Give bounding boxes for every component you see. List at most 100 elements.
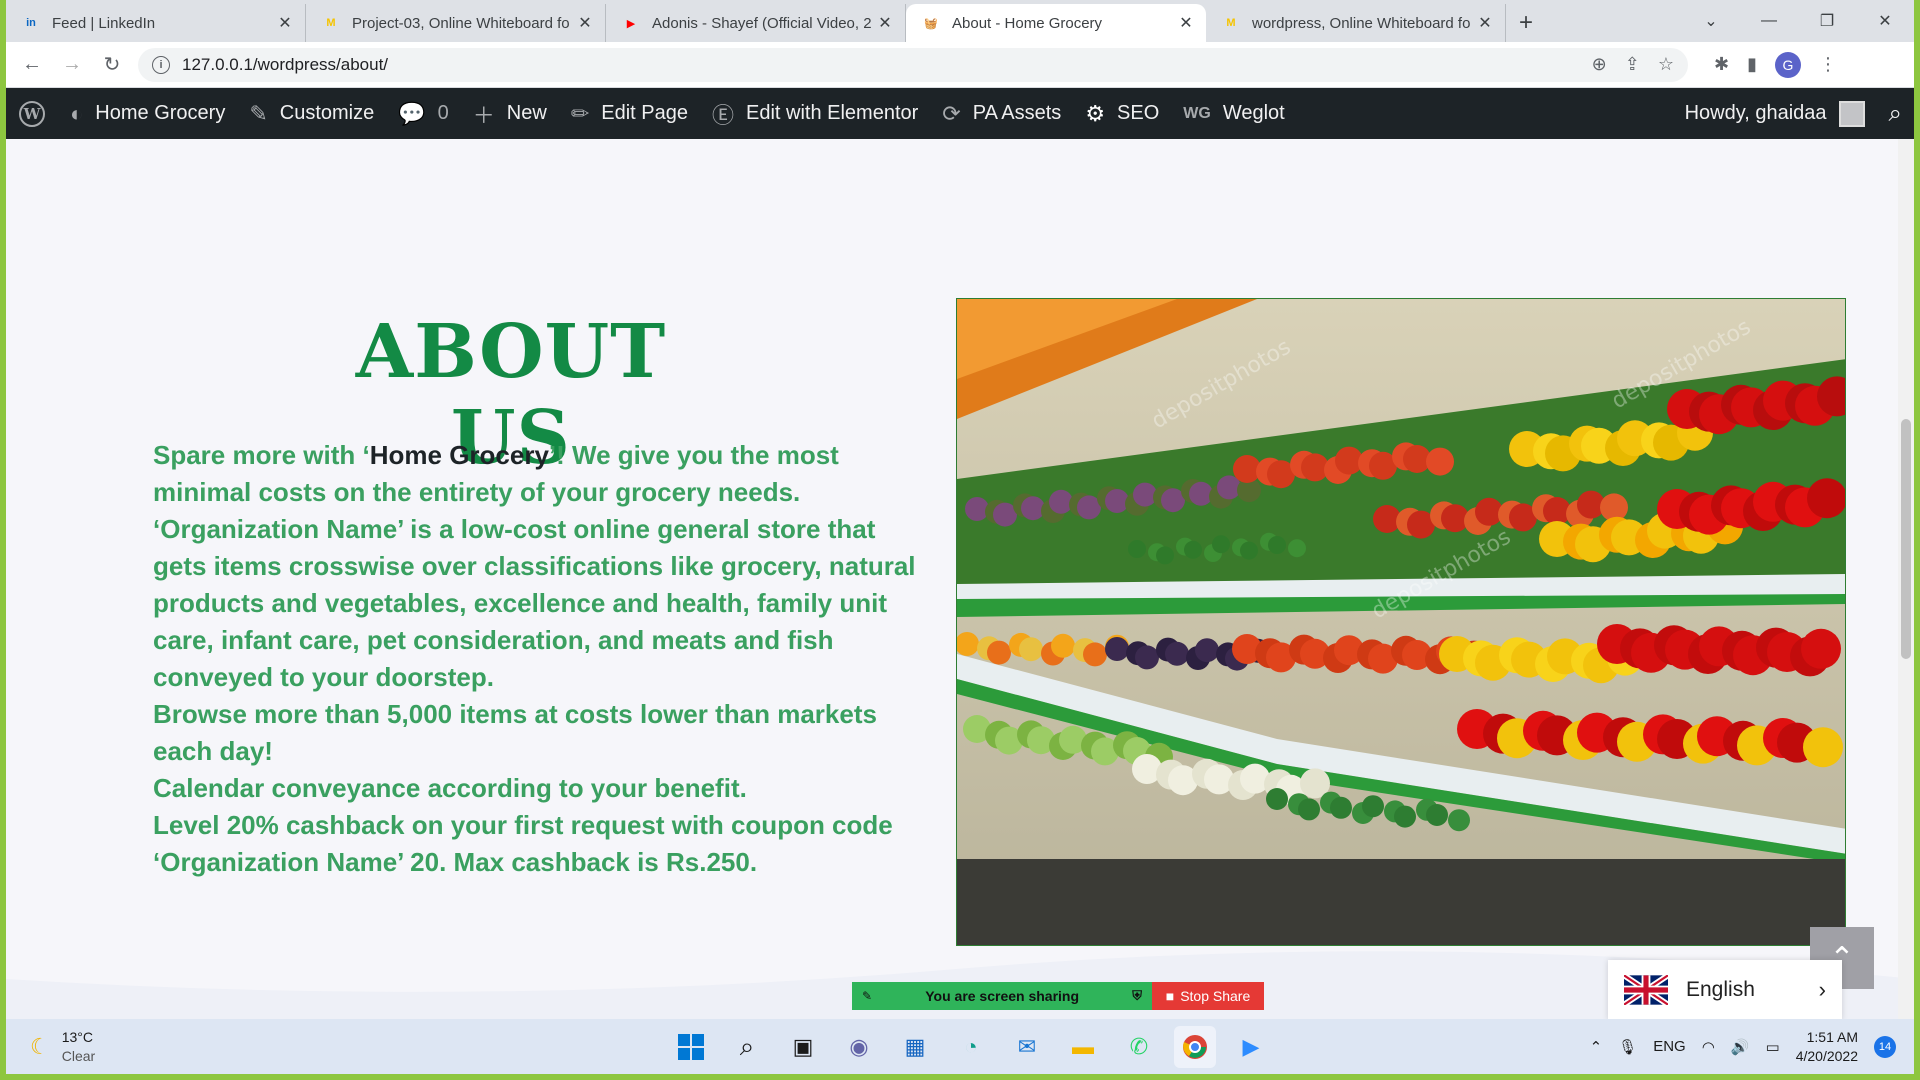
restore-button[interactable]: ❐ <box>1798 0 1856 42</box>
tab-search-icon[interactable]: ⌄ <box>1682 0 1740 42</box>
battery-icon[interactable]: ▭ <box>1766 1038 1780 1056</box>
reload-button[interactable]: ↻ <box>92 45 132 85</box>
howdy-label: Howdy, ghaidaa <box>1684 102 1827 124</box>
edit-page-link[interactable]: ✏ Edit Page <box>559 88 700 139</box>
site-name-label: Home Grocery <box>95 102 226 124</box>
edit-elementor-label: Edit with Elementor <box>746 102 919 124</box>
about-paragraph: Level 20% cashback on your first request… <box>153 810 893 877</box>
moon-icon: ☾ <box>30 1033 50 1059</box>
close-tab-icon[interactable]: ✕ <box>275 13 295 33</box>
address-bar[interactable]: i 127.0.0.1/wordpress/about/ ⊕ ⇪ ☆ <box>138 47 1688 82</box>
produce-item <box>1128 540 1146 558</box>
produce-item <box>1288 539 1306 558</box>
close-tab-icon[interactable]: ✕ <box>1475 13 1495 33</box>
window-controls: ⌄ — ❐ ✕ <box>1682 0 1914 42</box>
browser-tab[interactable]: ▶ Adonis - Shayef (Official Video, 2 ✕ <box>606 4 906 42</box>
svg-text:W: W <box>23 105 42 123</box>
file-explorer-icon[interactable]: ▬ <box>1062 1026 1104 1068</box>
edge-icon[interactable]: ◔ <box>950 1026 992 1068</box>
browser-tab[interactable]: M Project-03, Online Whiteboard fo ✕ <box>306 4 606 42</box>
tab-title: Feed | LinkedIn <box>52 14 156 32</box>
produce-item <box>1135 645 1159 670</box>
about-paragraph: Spare more with ‘Home Grocery’! We give … <box>153 440 839 507</box>
close-window-button[interactable]: ✕ <box>1856 0 1914 42</box>
comment-bubble-icon: 💬 <box>398 100 426 126</box>
miro-icon: M <box>326 17 336 29</box>
wp-logo-button[interactable]: W <box>6 88 58 139</box>
input-language[interactable]: ENG <box>1653 1038 1686 1055</box>
extensions-icon[interactable]: ✱ <box>1714 54 1729 75</box>
produce-item <box>1019 637 1043 662</box>
page-scrollbar[interactable] <box>1898 139 1914 1019</box>
youtube-icon: ▶ <box>626 17 636 30</box>
notification-badge[interactable]: 14 <box>1874 1035 1896 1058</box>
pa-assets-link[interactable]: ⟳ PA Assets <box>930 88 1073 139</box>
site-info-icon[interactable]: i <box>152 55 170 74</box>
share-status: ✎ You are screen sharing ⛨ <box>852 982 1152 1010</box>
browser-tab[interactable]: Mwordpress, Online Whiteboard fo ✕ <box>1206 4 1506 42</box>
close-tab-icon[interactable]: ✕ <box>875 13 895 33</box>
side-panel-icon[interactable]: ▮ <box>1747 54 1757 75</box>
minimize-button[interactable]: — <box>1740 0 1798 42</box>
clock[interactable]: 1:51 AM 4/20/2022 <box>1796 1028 1858 1066</box>
weglot-label: Weglot <box>1222 102 1285 124</box>
elementor-icon: Ⓔ <box>711 102 734 128</box>
produce-item <box>1212 535 1230 554</box>
mail-icon[interactable]: ✉ <box>1006 1026 1048 1068</box>
edit-elementor-link[interactable]: Ⓔ Edit with Elementor <box>700 88 930 139</box>
weather-widget[interactable]: ☾ 13°C Clear <box>30 1028 95 1066</box>
brand-name: Home Grocery <box>369 440 549 470</box>
zoom-icon[interactable]: ▶ <box>1230 1026 1272 1068</box>
weglot-menu[interactable]: WG Weglot <box>1171 88 1296 139</box>
start-icon[interactable] <box>670 1026 712 1068</box>
bookmark-star-icon[interactable]: ☆ <box>1658 54 1674 75</box>
produce-item <box>1083 642 1107 667</box>
tab-strip: in Feed | LinkedIn ✕ M Project-03, Online Wh… <box>6 0 1914 42</box>
comments-link[interactable]: 💬 0 <box>386 88 461 139</box>
customize-link[interactable]: ✎ Customize <box>237 88 386 139</box>
account-menu[interactable]: Howdy, ghaidaa <box>1673 88 1877 139</box>
zoom-icon[interactable]: ⊕ <box>1592 54 1607 75</box>
task-view-icon[interactable]: ▣ <box>782 1026 824 1068</box>
produce-item <box>1330 796 1352 819</box>
wifi-icon[interactable]: ◠ <box>1702 1038 1715 1056</box>
new-content-menu[interactable]: ＋ New <box>461 88 559 139</box>
chevron-up-icon[interactable]: ⌃ <box>1590 1038 1603 1056</box>
system-tray: ⌃ 🎙 ENG ◠ 🔊 ▭ 1:51 AM 4/20/2022 14 <box>1590 1019 1896 1074</box>
search-icon[interactable]: ⌕ <box>726 1026 768 1068</box>
browser-tab[interactable]: in Feed | LinkedIn ✕ <box>6 4 306 42</box>
microphone-icon[interactable]: 🎙 <box>1618 1038 1637 1056</box>
vegetable-shelves-illustration: depositphotos depositphotos depositphoto… <box>957 299 1845 945</box>
produce-item <box>1156 546 1174 565</box>
scrollbar-thumb[interactable] <box>1901 419 1911 659</box>
browser-tab[interactable]: 🧺 About - Home Grocery ✕ <box>906 4 1206 42</box>
chrome-icon[interactable] <box>1174 1026 1216 1068</box>
close-tab-icon[interactable]: ✕ <box>575 13 595 33</box>
whatsapp-icon[interactable]: ✆ <box>1118 1026 1160 1068</box>
profile-avatar[interactable]: G <box>1775 51 1801 78</box>
share-icon[interactable]: ⇪ <box>1625 54 1640 75</box>
produce-item <box>1803 727 1843 768</box>
close-tab-icon[interactable]: ✕ <box>1176 13 1196 33</box>
forward-button[interactable]: → <box>52 45 92 85</box>
admin-search-button[interactable]: ⌕ <box>1877 88 1914 139</box>
menu-kebab-icon[interactable]: ⋮ <box>1819 54 1837 75</box>
tab-title: Project-03, Online Whiteboard fo <box>352 14 570 32</box>
back-button[interactable]: ← <box>12 45 52 85</box>
store-icon[interactable]: ▦ <box>894 1026 936 1068</box>
language-switcher[interactable]: English › <box>1608 960 1842 1020</box>
produce-item <box>1051 633 1075 658</box>
uk-flag-icon <box>1624 975 1668 1005</box>
pa-assets-label: PA Assets <box>972 102 1062 124</box>
stop-share-button[interactable]: ■ Stop Share <box>1152 982 1264 1010</box>
teams-chat-icon[interactable]: ◉ <box>838 1026 880 1068</box>
share-message: You are screen sharing <box>925 988 1080 1004</box>
volume-icon[interactable]: 🔊 <box>1731 1038 1750 1056</box>
produce-item <box>1105 637 1129 661</box>
plus-icon: ＋ <box>472 102 495 128</box>
produce-item <box>1266 788 1288 810</box>
site-name-menu[interactable]: ◐ Home Grocery <box>58 88 237 139</box>
clock-time: 1:51 AM <box>1806 1028 1858 1045</box>
new-tab-button[interactable]: + <box>1506 4 1546 42</box>
seo-menu[interactable]: ⚙ SEO <box>1073 88 1171 139</box>
